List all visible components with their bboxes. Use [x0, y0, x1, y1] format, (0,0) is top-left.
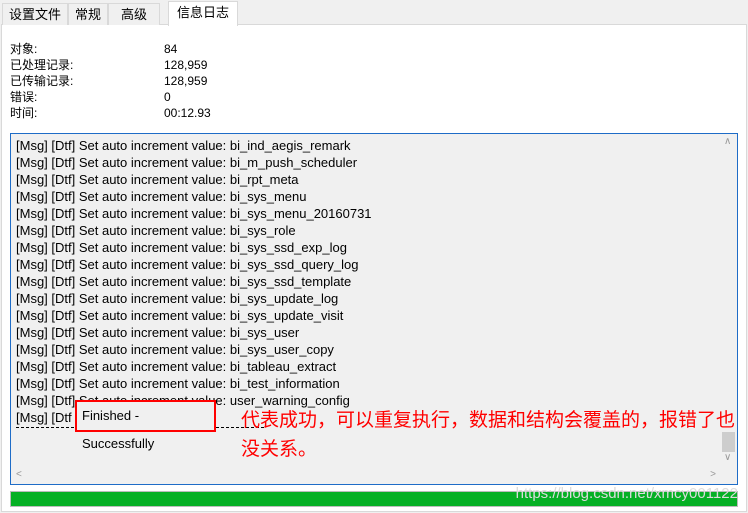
- log-line: [Msg] [Dtf] Set auto increment value: bi…: [16, 342, 334, 357]
- stat-value: 0: [164, 90, 171, 104]
- scroll-left-icon[interactable]: <: [16, 469, 22, 480]
- stat-label: 错误:: [10, 90, 38, 104]
- tab-advanced[interactable]: 高级: [108, 3, 161, 25]
- log-line: [Msg] [Dtf] Set auto increment value: bi…: [16, 138, 351, 153]
- log-line: [Msg] [Dtf] Set auto increment value: bi…: [16, 240, 347, 255]
- stat-label: 对象:: [10, 42, 38, 56]
- stat-row: 对象: 84: [10, 41, 310, 57]
- stat-row: 已传输记录: 128,959: [10, 73, 310, 89]
- log-line: [Msg] [Dtf] Set auto increment value: bi…: [16, 308, 344, 323]
- stat-row: 时间: 00:12.93: [10, 105, 310, 121]
- log-lines: [Msg] [Dtf] Set auto increment value: bi…: [16, 137, 372, 426]
- annotation-text: 代表成功，可以重复执行，数据和结构会覆盖的，报错了也没关系。: [241, 410, 736, 460]
- log-line: [Msg] [Dtf] Set auto increment value: bi…: [16, 274, 352, 289]
- log-line: [Msg] [Dtf] Set auto increment value: bi…: [16, 155, 358, 170]
- log-line: [Msg] [Dtf] Set auto increment value: bi…: [16, 223, 296, 238]
- scroll-right-icon[interactable]: >: [710, 469, 716, 480]
- stat-label: 时间:: [10, 106, 38, 120]
- tab-message-log[interactable]: 信息日志: [168, 1, 239, 26]
- log-line: [Msg] [Dtf] Set auto increment value: bi…: [16, 206, 372, 221]
- log-line: [Msg] [Dtf] Set auto increment value: bi…: [16, 189, 307, 204]
- log-line: [Msg] [Dtf] Set auto increment value: bi…: [16, 376, 340, 391]
- stat-value: 128,959: [164, 58, 208, 72]
- stat-value: 128,959: [164, 74, 208, 88]
- stats: 对象: 84 已处理记录: 128,959 已传输记录: 128,959 错误: 0 时间: 00…: [10, 41, 310, 121]
- stat-value: 00:12.93: [164, 106, 211, 120]
- finished-highlight: Finished - Successfully: [75, 400, 216, 451]
- tab-profile[interactable]: 设置文件: [2, 3, 69, 25]
- stat-value: 84: [164, 42, 178, 56]
- stat-row: 已处理记录: 128,959: [10, 57, 310, 73]
- watermark: https://blog.csdn.net/xmcy001122: [515, 485, 738, 502]
- log-line: [Msg] [Dtf] Set auto increment value: bi…: [16, 359, 337, 374]
- stat-row: 错误: 0: [10, 89, 310, 105]
- log-line: [Msg] [Dtf] Set auto increment value: bi…: [16, 291, 339, 306]
- stat-label: 已传输记录:: [10, 74, 74, 88]
- stat-label: 已处理记录:: [10, 58, 74, 72]
- tab-general[interactable]: 常规: [68, 3, 109, 25]
- scroll-up-icon[interactable]: ∧: [724, 136, 731, 147]
- horizontal-scrollbar[interactable]: < >: [11, 467, 721, 484]
- log-line: [Msg] [Dtf] Set auto increment value: bi…: [16, 257, 359, 272]
- log-line: [Msg] [Dtf] Set auto increment value: bi…: [16, 325, 300, 340]
- tab-bar: 设置文件 常规 高级 信息日志: [2, 1, 239, 26]
- log-line: [Msg] [Dtf] Set auto increment value: bi…: [16, 172, 299, 187]
